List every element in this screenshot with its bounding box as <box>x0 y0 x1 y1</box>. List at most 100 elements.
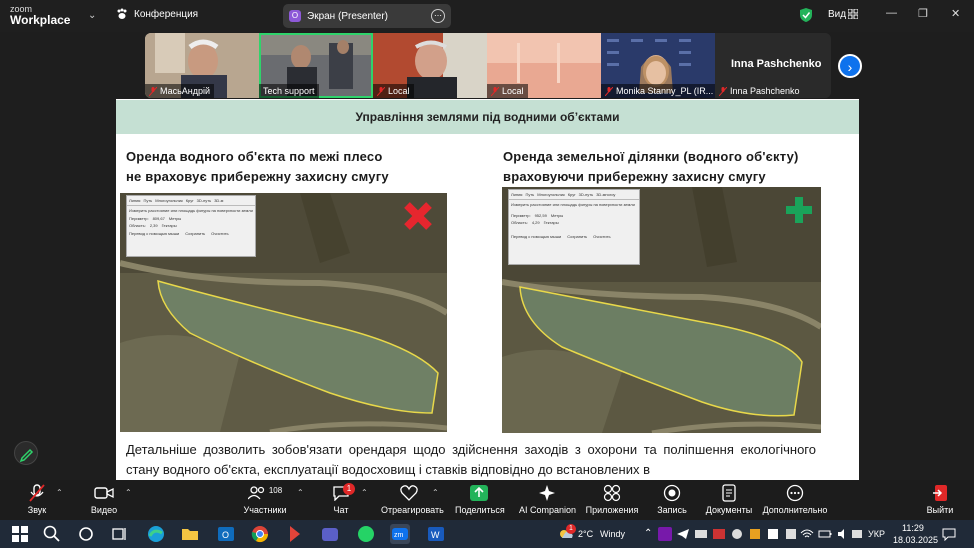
app-tray-icon[interactable] <box>850 527 864 541</box>
left-title-line1: Оренда водного об'єкта по межі плесо <box>126 149 383 164</box>
zoom-taskbar-icon[interactable]: zm <box>390 524 410 544</box>
tab[interactable]: Круг <box>186 198 194 203</box>
perimeter-label: Периметр: <box>129 216 149 221</box>
shield-icon[interactable] <box>800 8 812 22</box>
outlook-icon[interactable]: O <box>216 524 236 544</box>
area-unit[interactable]: Гектары <box>544 220 559 225</box>
tab[interactable]: 3D-путь <box>197 198 212 203</box>
task-view-icon[interactable] <box>110 524 130 544</box>
video-tile[interactable]: МасьАндрій <box>145 33 259 98</box>
clear-button[interactable]: Очистить <box>211 231 228 236</box>
whatsapp-icon[interactable] <box>356 524 376 544</box>
word-icon[interactable]: W <box>426 524 446 544</box>
file-explorer-icon[interactable] <box>180 524 200 544</box>
video-tile[interactable]: Tech support <box>259 33 373 98</box>
weather-temp[interactable]: 2°C <box>578 529 593 539</box>
app-tray-icon[interactable] <box>766 527 780 541</box>
app-icon[interactable] <box>286 524 306 544</box>
svg-text:O: O <box>222 530 229 540</box>
more-button[interactable]: Дополнительно <box>762 483 828 515</box>
notifications-icon[interactable] <box>942 527 956 541</box>
ai-companion-button[interactable]: AI Companion <box>519 483 576 515</box>
tab[interactable]: Путь <box>143 198 152 203</box>
participant-name: Monika Stanny_PL (IR... <box>616 86 714 96</box>
meeting-toolbar: Звук ⌃ Видео ⌃ 108 Участники ⌃ Чат 1 ⌃ О… <box>0 480 974 520</box>
annotate-button[interactable] <box>14 441 38 465</box>
tab[interactable]: Путь <box>525 192 534 197</box>
speaker-icon[interactable] <box>836 527 850 541</box>
screen-share-pill[interactable]: O Экран (Presenter) ⋯ <box>283 4 451 28</box>
onenote-icon[interactable] <box>658 527 672 541</box>
restore-icon[interactable]: ❐ <box>918 7 928 20</box>
chat-caret[interactable]: ⌃ <box>361 488 368 497</box>
participants-button[interactable]: 108 Участники <box>240 483 290 516</box>
save-button[interactable]: Сохранить <box>185 231 205 236</box>
video-options-caret[interactable]: ⌃ <box>125 488 132 497</box>
area-unit[interactable]: Гектары <box>162 223 177 228</box>
tab[interactable]: 3D-многоу <box>596 192 615 197</box>
chrome-icon[interactable] <box>250 524 270 544</box>
participants-caret[interactable]: ⌃ <box>297 488 304 497</box>
telegram-icon[interactable] <box>676 527 690 541</box>
search-icon[interactable] <box>42 524 62 544</box>
close-icon[interactable]: ✕ <box>951 7 960 20</box>
mouse-checkbox[interactable]: Перевод с помощью мыши <box>129 231 179 236</box>
leave-button[interactable]: Выйти <box>925 483 955 515</box>
clock-time[interactable]: 11:29 <box>902 523 924 533</box>
react-caret[interactable]: ⌃ <box>432 488 439 497</box>
apps-button[interactable]: Приложения <box>584 483 640 515</box>
app-tray-icon[interactable] <box>748 527 762 541</box>
tray-expand-icon[interactable]: ⌃ <box>644 528 652 539</box>
wifi-icon[interactable] <box>800 527 814 541</box>
language-indicator[interactable]: УКР <box>868 529 885 539</box>
app-tray-icon[interactable] <box>784 527 798 541</box>
tab[interactable]: Круг <box>568 192 576 197</box>
mouse-checkbox[interactable]: Перевод с помощью мыши <box>511 234 561 239</box>
tab[interactable]: 3D-м <box>214 198 223 203</box>
tab[interactable]: Линия <box>511 192 522 197</box>
tab[interactable]: Линия <box>129 198 140 203</box>
grid-icon[interactable] <box>848 9 858 19</box>
video-tile[interactable]: Local <box>373 33 487 98</box>
view-label[interactable]: Вид <box>828 9 846 20</box>
title-bar: zoom Workplace ⌄ Конференция O Экран (Pr… <box>0 0 974 32</box>
sparkle-icon <box>539 485 555 501</box>
perimeter-unit[interactable]: Метры <box>551 213 563 218</box>
save-button[interactable]: Сохранить <box>567 234 587 239</box>
minimize-icon[interactable]: — <box>886 7 897 19</box>
mic-off-icon <box>377 86 385 96</box>
more-icon <box>786 484 804 502</box>
app-tray-icon[interactable] <box>694 527 708 541</box>
chevron-down-icon[interactable]: ⌄ <box>88 10 96 21</box>
teams-icon[interactable] <box>320 524 340 544</box>
docs-button[interactable]: Документы <box>705 483 753 515</box>
chat-button[interactable]: Чат 1 <box>329 483 355 515</box>
share-button[interactable]: Поделиться <box>455 483 505 515</box>
audio-button[interactable]: Звук <box>22 483 52 515</box>
windows-start-icon[interactable] <box>10 524 30 544</box>
measure-hint: Измерить расстояние или площадь фигуры н… <box>129 208 253 213</box>
next-page-button[interactable]: › <box>838 54 862 78</box>
more-icon[interactable]: ⋯ <box>431 9 445 23</box>
app-tray-icon[interactable] <box>712 527 726 541</box>
video-tile[interactable]: Monika Stanny_PL (IR... <box>601 33 715 98</box>
audio-options-caret[interactable]: ⌃ <box>56 488 63 497</box>
clear-button[interactable]: Очистить <box>593 234 610 239</box>
clock-date[interactable]: 18.03.2025 <box>893 535 938 545</box>
tab[interactable]: 3D-путь <box>579 192 594 197</box>
tab[interactable]: Многоугольник <box>155 198 182 203</box>
participant-name-tag: Local <box>487 84 528 98</box>
meeting-info[interactable]: Конференция <box>116 8 198 20</box>
cortana-icon[interactable] <box>76 524 96 544</box>
react-button[interactable]: Отреагировать <box>381 483 444 515</box>
video-tile[interactable]: Local <box>487 33 601 98</box>
edge-icon[interactable] <box>146 524 166 544</box>
perimeter-unit[interactable]: Метры <box>169 216 181 221</box>
weather-desc[interactable]: Windy <box>600 529 625 539</box>
app-tray-icon[interactable] <box>730 527 744 541</box>
zoom-logo[interactable]: zoom Workplace <box>10 4 90 26</box>
video-button[interactable]: Видео <box>89 483 119 515</box>
battery-icon[interactable] <box>818 527 832 541</box>
tab[interactable]: Многоугольник <box>537 192 564 197</box>
record-button[interactable]: Запись <box>656 483 688 515</box>
